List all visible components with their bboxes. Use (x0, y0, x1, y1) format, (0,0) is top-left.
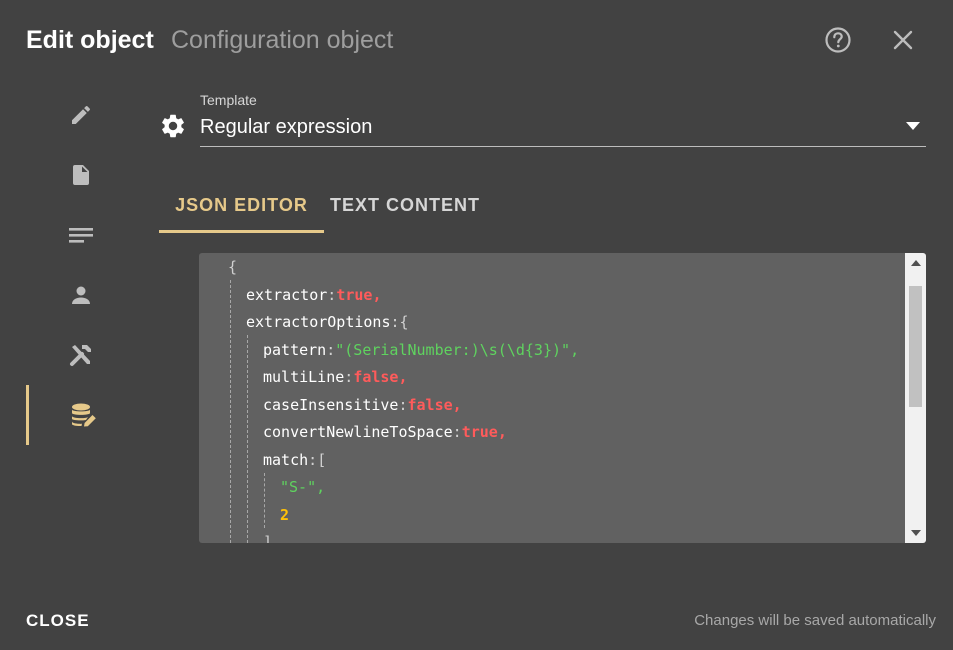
close-icon (893, 30, 913, 50)
code-line: match:[ (263, 451, 327, 469)
nav-item-document[interactable] (26, 145, 136, 205)
code-value: "(SerialNumber:)\s(\d{3})" (335, 341, 571, 359)
scrollbar-thumb[interactable] (909, 286, 922, 407)
code-line: 2 (280, 504, 289, 526)
code-value: [ (317, 451, 327, 469)
code-key: extractorOptions (246, 313, 391, 331)
code-area[interactable]: { extractor:true, extractorOptions:{ pat… (199, 253, 904, 543)
code-value: ] (263, 533, 273, 543)
gear-icon (162, 114, 184, 138)
help-circle-icon (825, 27, 851, 53)
close-dialog-button[interactable] (887, 24, 919, 56)
json-editor[interactable]: { extractor:true, extractorOptions:{ pat… (199, 253, 926, 543)
caret-down-icon (906, 122, 920, 130)
nav-item-user[interactable] (26, 265, 136, 325)
template-label: Template (200, 92, 257, 108)
indent-guide (264, 473, 265, 528)
dialog-header: Edit object Configuration object (0, 0, 953, 82)
indent-guide (247, 335, 248, 543)
template-icon-wrap (158, 111, 188, 141)
nav-item-data[interactable] (26, 385, 139, 445)
code-value: { (399, 313, 409, 331)
database-edit-icon (72, 403, 96, 427)
code-value: true (336, 286, 373, 304)
code-value: 2 (280, 506, 290, 524)
scroll-up-button[interactable] (905, 253, 926, 273)
code-line: caseInsensitive:false, (263, 396, 462, 414)
code-value: true (461, 423, 498, 441)
tab-json-editor[interactable]: JSON EDITOR (159, 180, 324, 233)
lines-icon (69, 228, 93, 243)
code-line: convertNewlineToSpace:true, (263, 423, 507, 441)
code-line: "S-", (280, 478, 326, 496)
code-key: convertNewlineToSpace (263, 423, 453, 441)
editor-scrollbar[interactable] (905, 253, 926, 543)
nav-item-tools[interactable] (26, 325, 136, 385)
template-value: Regular expression (200, 116, 373, 138)
person-icon (72, 286, 90, 304)
code-line: pattern:"(SerialNumber:)\s(\d{3})", (263, 341, 580, 359)
arrow-up-icon (910, 260, 921, 266)
code-key: caseInsensitive (263, 396, 399, 414)
code-punctuation: { (228, 258, 238, 276)
dialog-subtitle: Configuration object (171, 26, 394, 54)
help-button[interactable] (822, 24, 854, 56)
nav-item-edit[interactable] (26, 85, 136, 145)
code-key: extractor (246, 286, 328, 304)
scroll-down-button[interactable] (905, 523, 926, 543)
side-navigation (0, 82, 160, 482)
indent-guide (230, 280, 231, 543)
template-select[interactable]: Regular expression (200, 112, 926, 147)
close-button[interactable]: CLOSE (26, 611, 90, 631)
dialog-title: Edit object (26, 26, 154, 54)
code-key: multiLine (263, 368, 345, 386)
document-icon (73, 165, 89, 185)
editor-tabs: JSON EDITOR TEXT CONTENT (159, 180, 499, 233)
autosave-status: Changes will be saved automatically (694, 612, 936, 629)
code-line: extractorOptions:{ (246, 313, 409, 331)
code-line: ] (263, 531, 272, 543)
code-line: { (228, 256, 237, 278)
nav-item-text[interactable] (26, 205, 136, 265)
code-key: pattern (263, 341, 327, 359)
code-line: extractor:true, (246, 286, 382, 304)
arrow-down-icon (910, 530, 921, 536)
tools-icon (70, 345, 91, 366)
code-value: false (353, 368, 399, 386)
code-line: multiLine:false, (263, 368, 408, 386)
pencil-icon (72, 105, 91, 124)
code-value: false (407, 396, 453, 414)
tab-text-content[interactable]: TEXT CONTENT (324, 180, 486, 230)
code-value: "S-" (280, 478, 317, 496)
template-field: Template Regular expression (158, 92, 926, 148)
code-key: match (263, 451, 309, 469)
